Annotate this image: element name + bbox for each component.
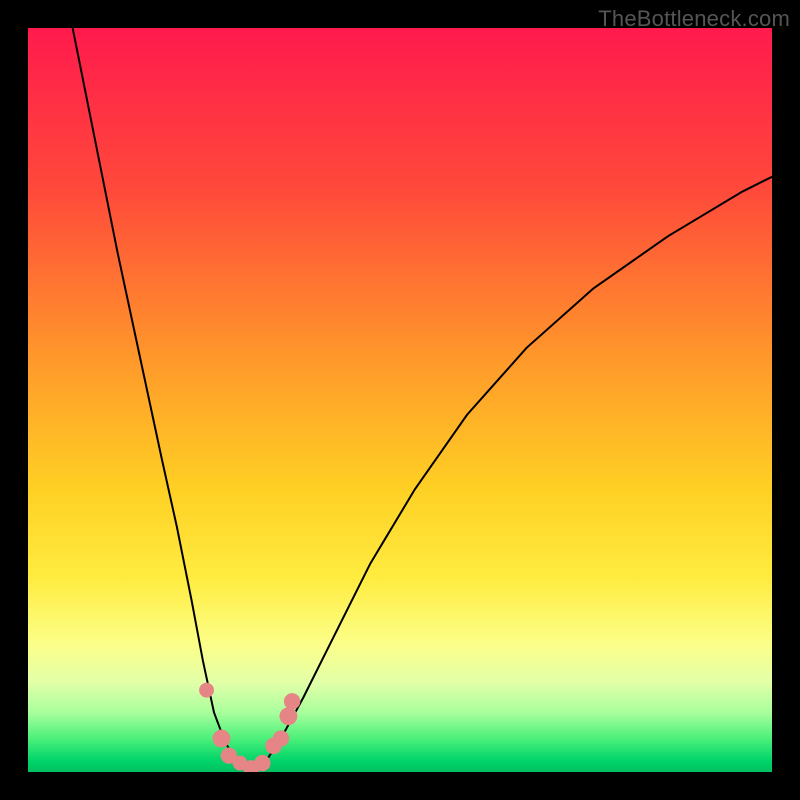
- data-marker: [213, 730, 231, 748]
- chart-canvas: TheBottleneck.com: [0, 0, 800, 800]
- data-marker: [199, 683, 214, 698]
- curve-layer: [28, 28, 772, 772]
- curve-left: [73, 28, 252, 768]
- data-marker: [284, 693, 300, 709]
- data-marker: [254, 755, 270, 771]
- data-marker: [273, 730, 289, 746]
- watermark-text: TheBottleneck.com: [598, 6, 790, 32]
- plot-area: [28, 28, 772, 772]
- data-markers: [199, 683, 300, 772]
- curve-right: [251, 177, 772, 768]
- data-marker: [279, 707, 297, 725]
